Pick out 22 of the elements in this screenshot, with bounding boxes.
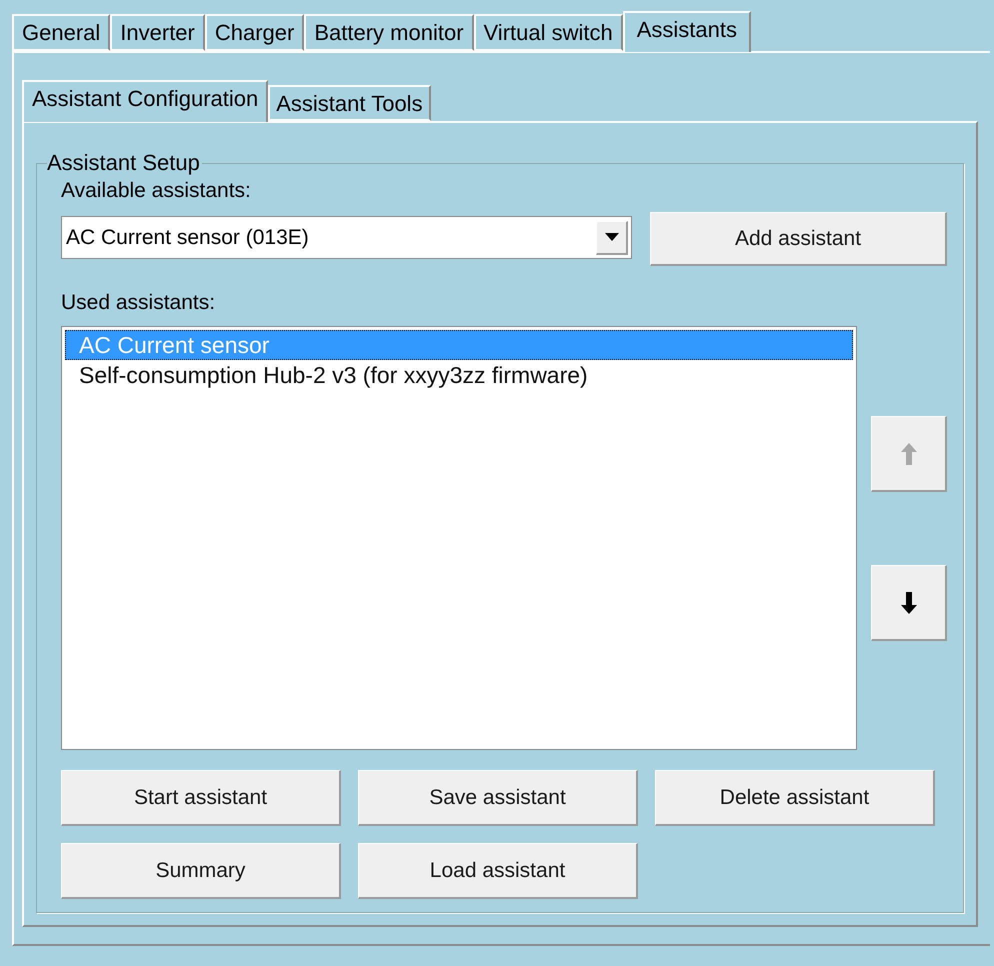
action-button[interactable]: Delete assistant — [655, 770, 935, 826]
down-arrow-icon — [900, 592, 916, 614]
tab[interactable]: Charger — [204, 14, 304, 51]
add-button[interactable]: Add assistant — [650, 212, 947, 266]
field-label: Used assistants: — [61, 290, 216, 316]
action-button[interactable]: Save assistant — [358, 770, 638, 826]
action-button[interactable]: Summary — [61, 843, 341, 899]
action-button[interactable]: Load assistant — [358, 843, 638, 899]
move-button[interactable] — [871, 565, 947, 641]
tab[interactable]: Inverter — [110, 14, 205, 51]
tab[interactable]: Assistant Tools — [268, 85, 431, 121]
list-item[interactable]: Self-consumption Hub-2 v3 (for xxyy3zz firmware) — [65, 360, 853, 390]
action-button[interactable]: Start assistant — [61, 770, 341, 826]
field-label: Available assistants: — [61, 178, 252, 204]
tab[interactable]: Virtual switch — [474, 14, 623, 51]
tab[interactable]: General — [12, 14, 110, 51]
caret-icon — [604, 233, 619, 241]
tab[interactable]: Assistant Configuration — [22, 80, 268, 122]
tab[interactable]: Assistants — [622, 11, 751, 52]
tab[interactable]: Battery monitor — [304, 14, 474, 51]
up-arrow-icon — [900, 442, 916, 464]
dropdown[interactable]: AC Current sensor (013E) — [61, 216, 632, 259]
